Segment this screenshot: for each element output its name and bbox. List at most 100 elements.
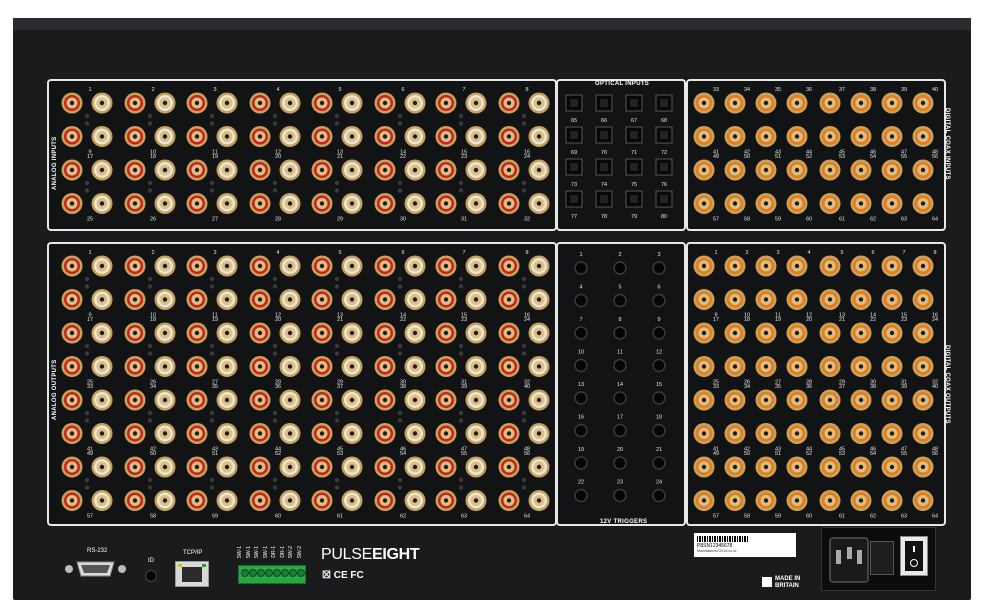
- rca-jack-red[interactable]: [374, 159, 396, 181]
- id-button[interactable]: [145, 570, 157, 582]
- rca-jack-white[interactable]: [528, 289, 550, 310]
- rca-jack-white[interactable]: [154, 126, 176, 147]
- rca-jack-red[interactable]: [498, 490, 520, 511]
- rca-jack-white[interactable]: [91, 389, 113, 411]
- rca-jack-red[interactable]: [311, 389, 333, 411]
- rca-jack-white[interactable]: [216, 289, 238, 310]
- rca-jack-white[interactable]: [465, 356, 487, 377]
- rca-jack-white[interactable]: [216, 255, 238, 277]
- coax-jack[interactable]: [724, 456, 746, 478]
- rca-jack-white[interactable]: [465, 322, 487, 344]
- rca-jack-white[interactable]: [279, 193, 301, 214]
- rca-jack-red[interactable]: [374, 126, 396, 147]
- coax-jack[interactable]: [724, 193, 746, 214]
- coax-jack[interactable]: [819, 356, 841, 377]
- rca-jack-red[interactable]: [186, 456, 208, 478]
- trigger-jack[interactable]: [652, 456, 666, 470]
- coax-jack[interactable]: [724, 159, 746, 181]
- fuse-holder[interactable]: [870, 541, 894, 575]
- rca-jack-red[interactable]: [311, 322, 333, 344]
- optical-port[interactable]: [655, 126, 673, 144]
- rca-jack-white[interactable]: [216, 126, 238, 147]
- coax-jack[interactable]: [819, 456, 841, 478]
- coax-jack[interactable]: [850, 255, 872, 277]
- coax-jack[interactable]: [881, 456, 903, 478]
- coax-jack[interactable]: [850, 322, 872, 344]
- rca-jack-red[interactable]: [435, 159, 457, 181]
- rca-jack-white[interactable]: [528, 356, 550, 377]
- rs232-port[interactable]: [63, 559, 128, 579]
- rca-jack-red[interactable]: [311, 92, 333, 114]
- coax-jack[interactable]: [786, 423, 808, 444]
- coax-jack[interactable]: [724, 255, 746, 277]
- rca-jack-red[interactable]: [498, 159, 520, 181]
- rca-jack-white[interactable]: [528, 322, 550, 344]
- rca-jack-white[interactable]: [154, 289, 176, 310]
- rca-jack-white[interactable]: [154, 159, 176, 181]
- rca-jack-red[interactable]: [311, 356, 333, 377]
- rca-jack-red[interactable]: [61, 356, 83, 377]
- rca-jack-white[interactable]: [216, 159, 238, 181]
- rca-jack-red[interactable]: [61, 423, 83, 444]
- rca-jack-red[interactable]: [124, 490, 146, 511]
- coax-jack[interactable]: [755, 255, 777, 277]
- rca-jack-red[interactable]: [374, 456, 396, 478]
- rca-jack-red[interactable]: [61, 193, 83, 214]
- trigger-jack[interactable]: [574, 456, 588, 470]
- rca-jack-red[interactable]: [249, 289, 271, 310]
- coax-jack[interactable]: [693, 159, 715, 181]
- rca-jack-red[interactable]: [61, 322, 83, 344]
- rca-jack-red[interactable]: [124, 255, 146, 277]
- coax-jack[interactable]: [755, 92, 777, 114]
- coax-jack[interactable]: [724, 126, 746, 147]
- rca-jack-white[interactable]: [91, 126, 113, 147]
- rca-jack-red[interactable]: [124, 322, 146, 344]
- optical-port[interactable]: [595, 190, 613, 208]
- coax-jack[interactable]: [693, 389, 715, 411]
- rca-jack-red[interactable]: [374, 389, 396, 411]
- rca-jack-white[interactable]: [404, 356, 426, 377]
- rca-jack-red[interactable]: [124, 126, 146, 147]
- optical-port[interactable]: [625, 158, 643, 176]
- rca-jack-white[interactable]: [216, 389, 238, 411]
- rca-jack-red[interactable]: [249, 193, 271, 214]
- coax-jack[interactable]: [693, 255, 715, 277]
- trigger-jack[interactable]: [613, 293, 627, 308]
- coax-jack[interactable]: [912, 423, 934, 444]
- rca-jack-red[interactable]: [61, 490, 83, 511]
- rca-jack-red[interactable]: [186, 423, 208, 444]
- rca-jack-white[interactable]: [279, 356, 301, 377]
- trigger-jack[interactable]: [652, 293, 666, 308]
- terminal-screw[interactable]: [289, 569, 297, 577]
- coax-jack[interactable]: [755, 289, 777, 310]
- rca-jack-white[interactable]: [279, 126, 301, 147]
- rca-jack-red[interactable]: [374, 322, 396, 344]
- rca-jack-red[interactable]: [374, 255, 396, 277]
- coax-jack[interactable]: [786, 456, 808, 478]
- rca-jack-white[interactable]: [279, 423, 301, 444]
- rca-jack-white[interactable]: [404, 389, 426, 411]
- terminal-screw[interactable]: [281, 569, 289, 577]
- coax-jack[interactable]: [724, 92, 746, 114]
- rca-jack-red[interactable]: [311, 456, 333, 478]
- coax-jack[interactable]: [755, 423, 777, 444]
- rca-jack-red[interactable]: [435, 289, 457, 310]
- rca-jack-white[interactable]: [341, 126, 363, 147]
- terminal-screw[interactable]: [241, 569, 249, 577]
- trigger-jack[interactable]: [613, 488, 627, 503]
- rca-jack-red[interactable]: [498, 92, 520, 114]
- optical-port[interactable]: [565, 126, 583, 144]
- coax-jack[interactable]: [724, 389, 746, 411]
- rca-jack-red[interactable]: [498, 289, 520, 310]
- coax-jack[interactable]: [819, 255, 841, 277]
- coax-jack[interactable]: [819, 193, 841, 214]
- trigger-jack[interactable]: [613, 326, 627, 340]
- rca-jack-red[interactable]: [435, 356, 457, 377]
- rca-jack-white[interactable]: [528, 126, 550, 147]
- trigger-jack[interactable]: [652, 261, 666, 275]
- rca-jack-white[interactable]: [154, 490, 176, 511]
- rca-jack-white[interactable]: [528, 255, 550, 277]
- rca-jack-white[interactable]: [404, 159, 426, 181]
- trigger-jack[interactable]: [652, 488, 666, 503]
- rca-jack-red[interactable]: [498, 423, 520, 444]
